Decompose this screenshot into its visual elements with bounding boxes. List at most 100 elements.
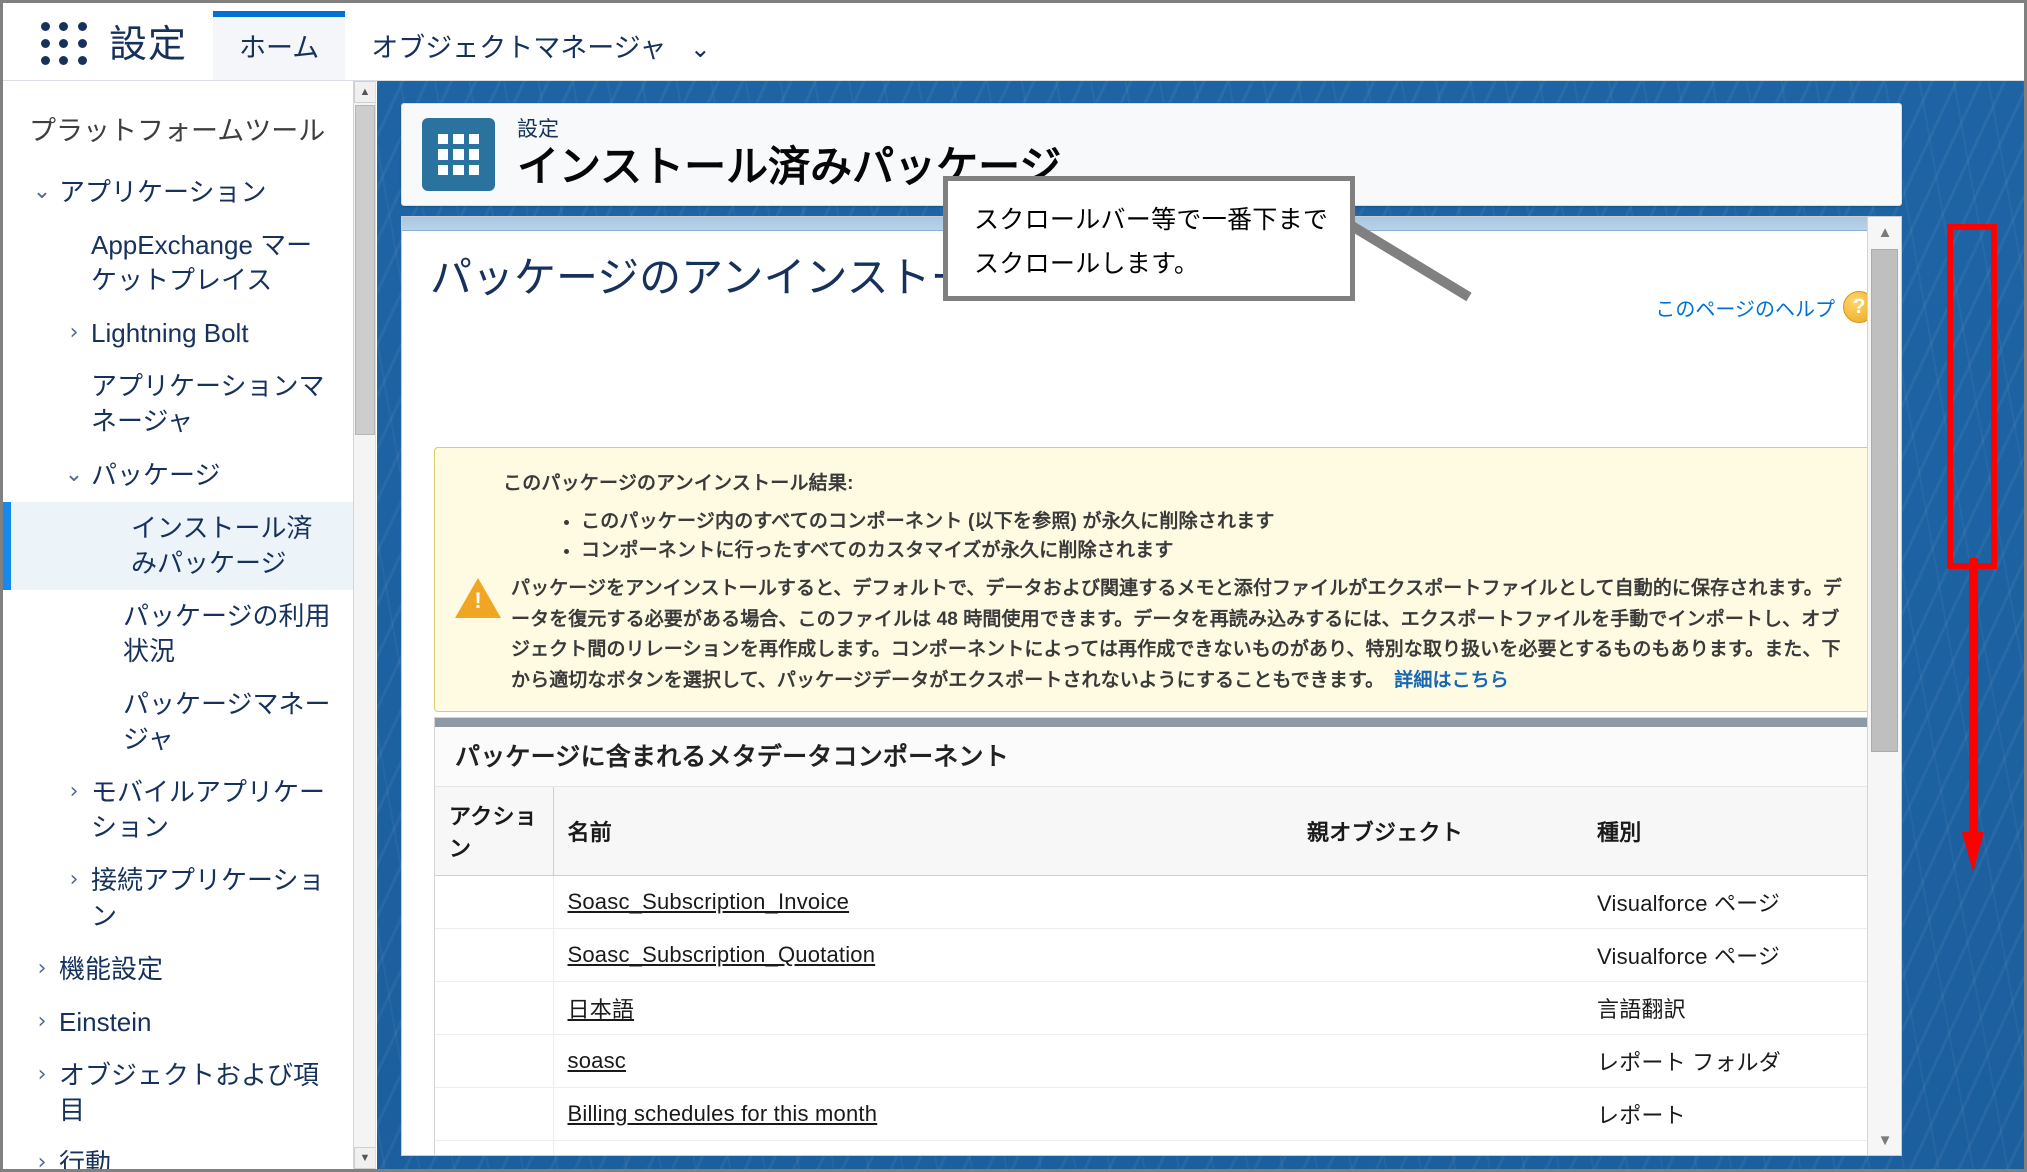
sidebar-item-11[interactable]: › Einstein: [3, 996, 354, 1049]
page-header-eyebrow: 設定: [517, 117, 559, 141]
tab-object-manager[interactable]: オブジェクトマネージャ ⌄: [345, 19, 737, 80]
cell-type: カスタムレポートタイプ: [1583, 1140, 1870, 1155]
metadata-components-table: アクション 名前 親オブジェクト 種別 Soasc_Subscription_I…: [435, 787, 1870, 1155]
column-header-action: アクション: [435, 787, 554, 876]
sidebar-item-label: Lightning Bolt: [91, 318, 249, 349]
sidebar-scroll-thumb[interactable]: [355, 105, 375, 435]
sidebar-item-3[interactable]: アプリケーションマネージャ: [3, 360, 354, 448]
warning-paragraph-text: パッケージをアンインストールすると、デフォルトで、データおよび関連するメモと添付…: [511, 577, 1842, 692]
tab-object-manager-label: オブジェクトマネージャ: [371, 33, 667, 63]
tab-home[interactable]: ホーム: [213, 11, 346, 80]
component-name-link[interactable]: Soasc_Subscription_Quotation: [568, 942, 876, 967]
scroll-thumb[interactable]: [1871, 249, 1898, 752]
sidebar-tree: プラットフォームツール ⌄ アプリケーション AppExchange マーケットプレ…: [3, 81, 354, 1169]
sidebar-item-2[interactable]: › Lightning Bolt: [3, 307, 354, 360]
cell-name: Soasc_Subscription_Quotation: [553, 928, 1293, 982]
app-window: 設定 ホーム オブジェクトマネージャ ⌄ プラットフォームツール ⌄ アプリケーシ…: [0, 0, 2027, 1172]
column-header-name: 名前: [553, 787, 1293, 876]
app-launcher-icon[interactable]: [41, 22, 89, 66]
down-arrow-annotation: [1962, 558, 1984, 888]
sidebar-item-label: Einstein: [59, 1006, 152, 1037]
sidebar-item-label: パッケージの利用状況: [123, 600, 331, 666]
sidebar-item-9[interactable]: › 接続アプリケーション: [3, 854, 354, 942]
sidebar-item-label: インストール済みパッケージ: [131, 512, 313, 578]
uninstall-warning-box: このパッケージのアンインストール結果: このパッケージ内のすべてのコンポーネント…: [434, 447, 1871, 712]
warning-bullet: コンポーネントに行ったすべてのカスタマイズが永久に削除されます: [581, 536, 1852, 565]
chevron-right-icon[interactable]: ›: [25, 952, 59, 985]
cell-action: [435, 1087, 554, 1141]
tab-home-label: ホーム: [239, 33, 320, 63]
component-name-link[interactable]: Soasc_Subscription_Invoice: [568, 889, 850, 914]
setup-grid-icon: [422, 118, 495, 191]
sidebar-item-12[interactable]: › オブジェクトおよび項目: [3, 1049, 354, 1137]
table-row: soasc レポート フォルダ: [435, 1034, 1870, 1088]
sidebar-scrollbar[interactable]: ▲ ▼: [353, 81, 375, 1169]
setup-sidebar: プラットフォームツール ⌄ アプリケーション AppExchange マーケットプレ…: [3, 81, 376, 1169]
page-help-link[interactable]: このページのヘルプ ?: [1655, 291, 1875, 323]
sidebar-item-label: パッケージ: [91, 459, 221, 490]
scrollbar-highlight-box: [1947, 224, 1997, 569]
cell-parent-object: [1293, 1034, 1583, 1088]
chevron-down-icon[interactable]: ⌄: [690, 37, 711, 62]
chevron-right-icon[interactable]: ›: [25, 1058, 59, 1091]
metadata-section-title: パッケージに含まれるメタデータコンポーネント: [435, 727, 1870, 787]
sidebar-item-6[interactable]: パッケージの利用状況: [3, 590, 354, 678]
content-scrollbar[interactable]: ▲ ▼: [1867, 217, 1901, 1155]
sidebar-item-8[interactable]: › モバイルアプリケーション: [3, 766, 354, 854]
cell-parent-object: [1293, 1140, 1583, 1155]
cell-name: 日本語: [553, 981, 1293, 1035]
cell-action: [435, 875, 554, 929]
sidebar-scroll-up-icon[interactable]: ▲: [354, 81, 375, 103]
chevron-down-icon[interactable]: ⌄: [25, 175, 59, 208]
scroll-up-icon[interactable]: ▲: [1868, 217, 1901, 247]
sidebar-item-1[interactable]: AppExchange マーケットプレイス: [3, 219, 354, 307]
chevron-right-icon[interactable]: ›: [57, 775, 91, 808]
warning-triangle-icon: !: [455, 577, 501, 620]
chevron-down-icon[interactable]: ⌄: [57, 458, 91, 491]
sidebar-item-5[interactable]: インストール済みパッケージ: [3, 501, 354, 590]
sidebar-item-label: モバイルアプリケーション: [91, 777, 326, 843]
metadata-components-section: パッケージに含まれるメタデータコンポーネント アクション 名前 親オブジェクト …: [434, 717, 1871, 1155]
instruction-callout: スクロールバー等で一番下まで スクロールします。: [943, 176, 1355, 301]
sidebar-item-4[interactable]: ⌄ パッケージ: [3, 449, 354, 502]
cell-type: 言語翻訳: [1583, 981, 1870, 1035]
component-name-link[interactable]: ContractManagemen-ContractLicense: [568, 1154, 946, 1155]
sidebar-heading: プラットフォームツール: [29, 116, 326, 146]
sidebar-item-7[interactable]: パッケージマネージャ: [3, 678, 354, 766]
section-band: [435, 718, 1870, 727]
cell-name: ContractManagemen-ContractLicense: [553, 1140, 1293, 1155]
sidebar-item-label: アプリケーション: [59, 177, 267, 207]
learn-more-link[interactable]: 詳細はこちら: [1394, 670, 1509, 691]
callout-pointer: [1344, 219, 1472, 302]
chevron-right-icon[interactable]: ›: [25, 1146, 59, 1169]
chevron-right-icon[interactable]: ›: [57, 863, 91, 896]
cell-parent-object: [1293, 1087, 1583, 1141]
cell-type: Visualforce ページ: [1583, 875, 1870, 929]
setup-title: 設定: [109, 24, 188, 66]
cell-type: レポート: [1583, 1087, 1870, 1141]
sidebar-item-label: アプリケーションマネージャ: [91, 371, 325, 437]
content-panel: パッケージのアンインストール このページのヘルプ ? このパッケージのアンインス…: [401, 216, 1902, 1156]
component-name-link[interactable]: soasc: [568, 1048, 626, 1073]
table-row: Soasc_Subscription_Quotation Visualforce …: [435, 928, 1870, 982]
chevron-right-icon[interactable]: ›: [25, 1005, 59, 1038]
cell-parent-object: [1293, 875, 1583, 929]
cell-action: [435, 928, 554, 982]
sidebar-item-0[interactable]: ⌄ アプリケーション: [3, 166, 354, 219]
table-row: Billing schedules for this month レポート: [435, 1087, 1870, 1141]
cell-name: Soasc_Subscription_Invoice: [553, 875, 1293, 929]
component-name-link[interactable]: 日本語: [568, 997, 635, 1022]
sidebar-item-10[interactable]: › 機能設定: [3, 943, 354, 996]
column-header-parent: 親オブジェクト: [1293, 787, 1583, 876]
page-help-label: このページのヘルプ: [1655, 298, 1835, 321]
sidebar-item-label: AppExchange マーケットプレイス: [91, 230, 313, 296]
component-name-link[interactable]: Billing schedules for this month: [568, 1101, 878, 1126]
chevron-right-icon[interactable]: ›: [57, 316, 91, 349]
sidebar-item-13[interactable]: › 行動: [3, 1137, 354, 1169]
scroll-down-icon[interactable]: ▼: [1868, 1125, 1901, 1155]
cell-action: [435, 981, 554, 1035]
sidebar-item-label: 行動: [59, 1147, 112, 1169]
cell-action: [435, 1140, 554, 1155]
table-header-row: アクション 名前 親オブジェクト 種別: [435, 787, 1870, 876]
sidebar-scroll-down-icon[interactable]: ▼: [354, 1147, 375, 1169]
